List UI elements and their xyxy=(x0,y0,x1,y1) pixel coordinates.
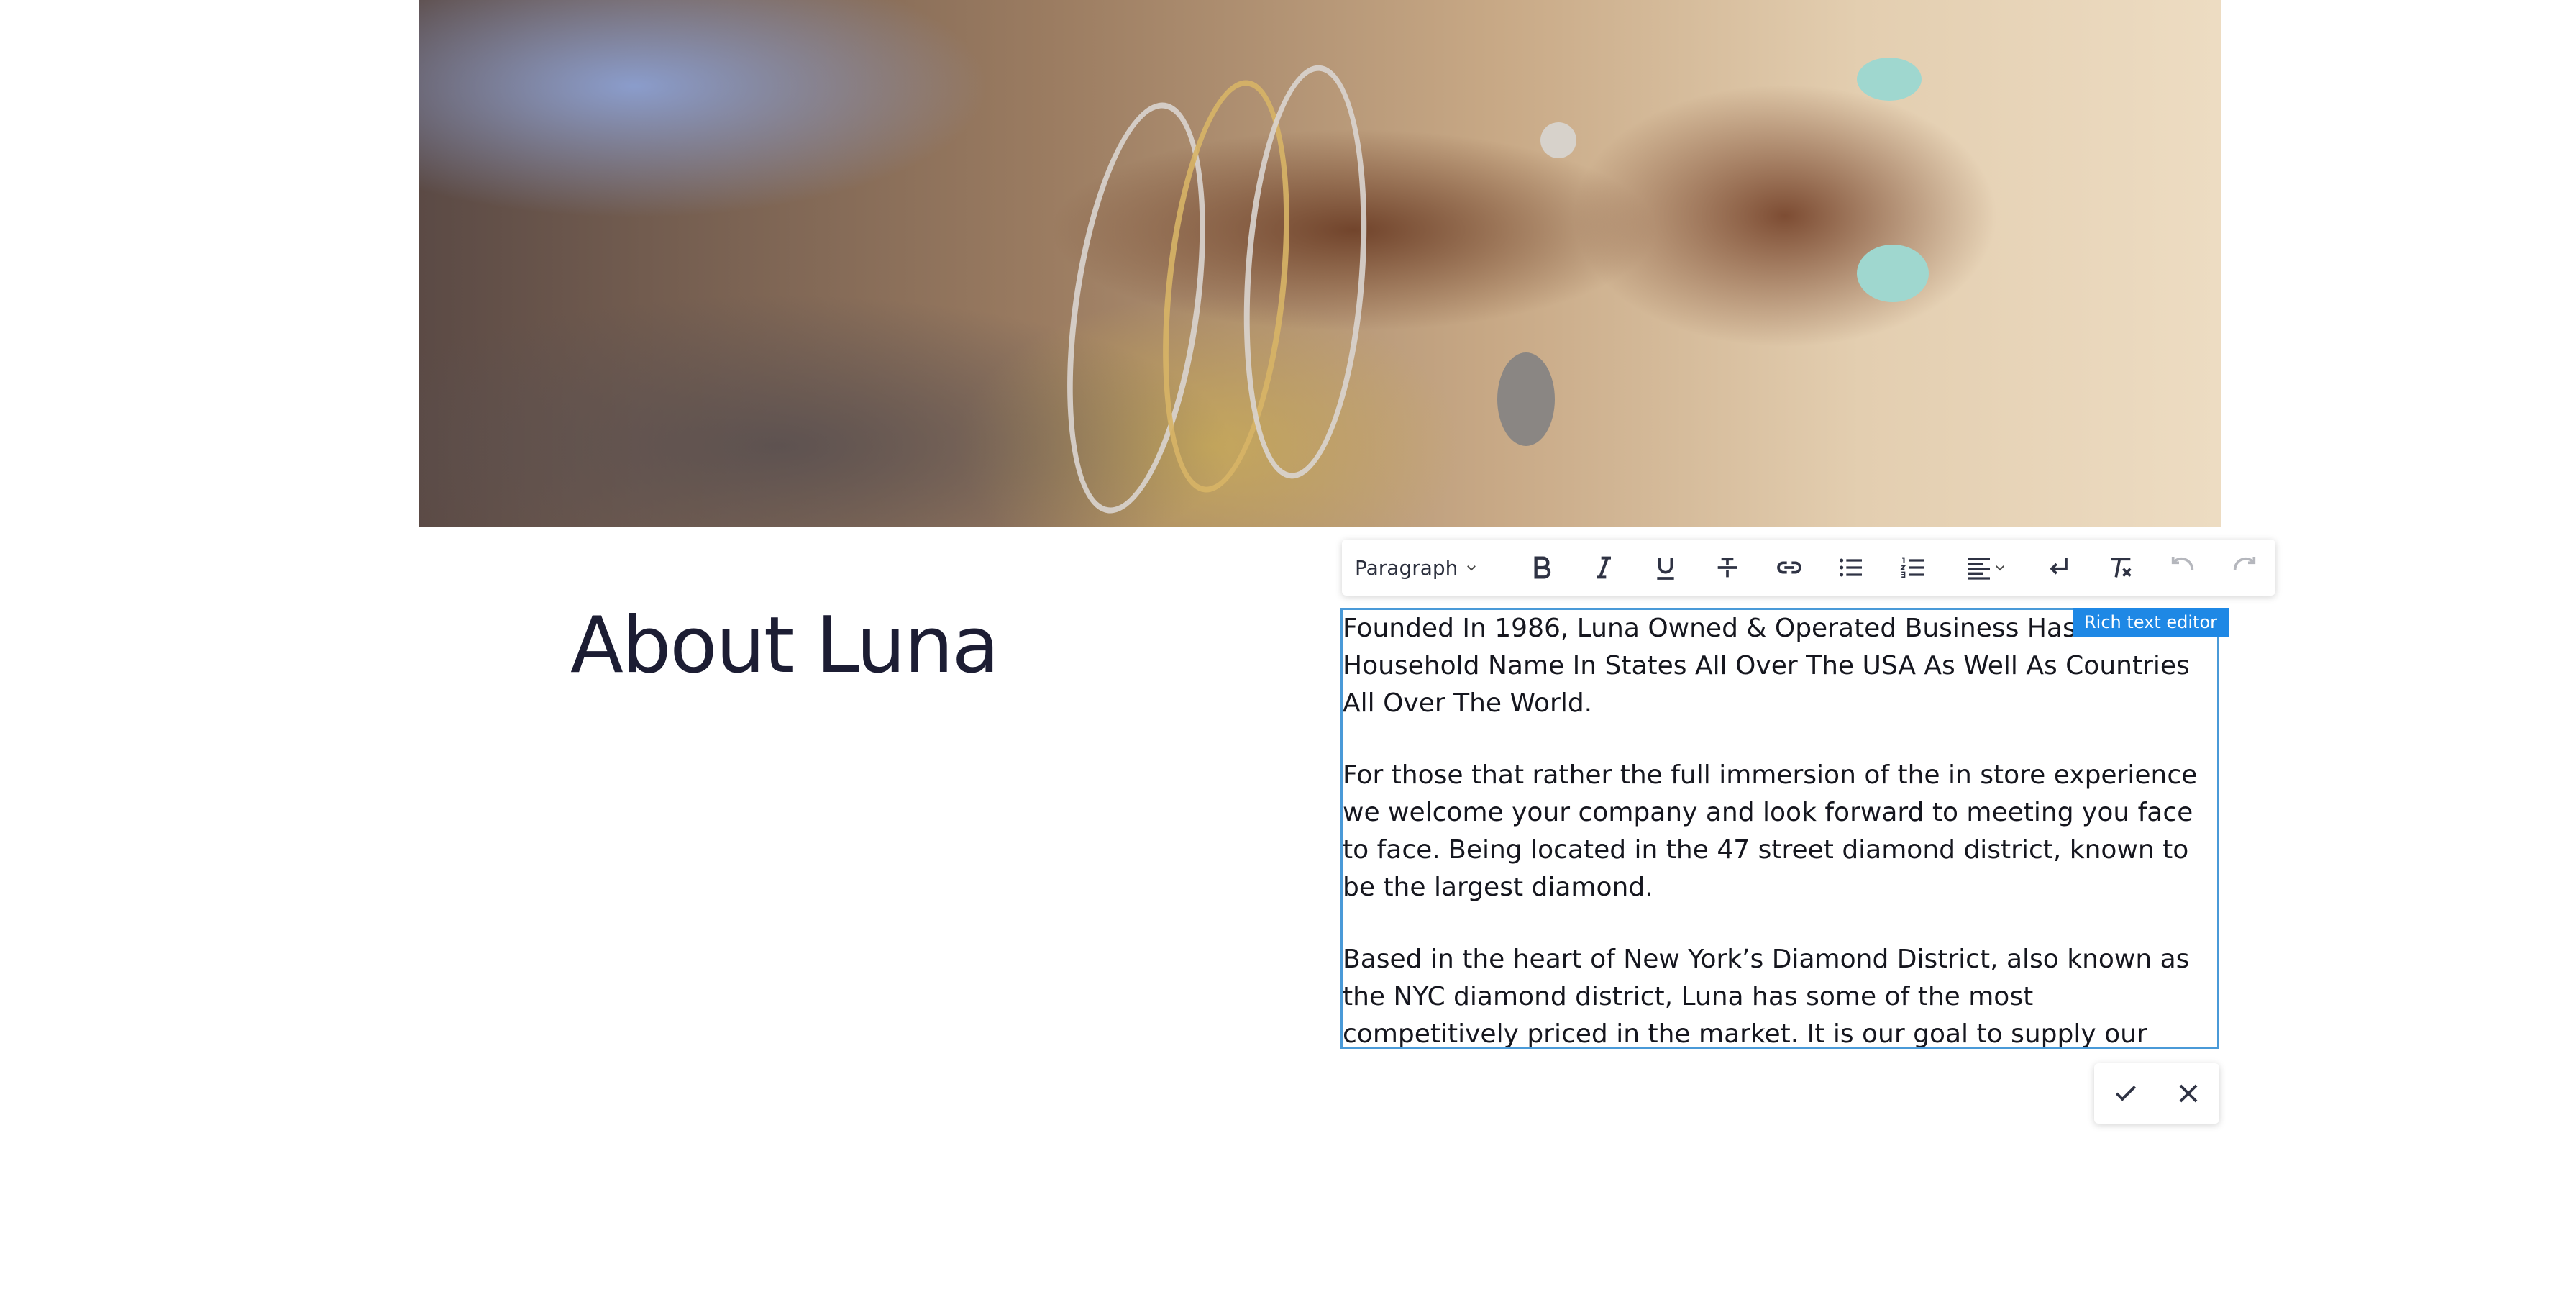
line-break-button[interactable] xyxy=(2028,540,2090,596)
redo-button[interactable] xyxy=(2214,540,2275,596)
bold-button[interactable] xyxy=(1511,540,1573,596)
nail-shape xyxy=(1857,58,1922,101)
strikethrough-button[interactable] xyxy=(1696,540,1758,596)
numbered-list-button[interactable] xyxy=(1882,540,1944,596)
italic-icon xyxy=(1596,556,1611,579)
section-heading: About Luna xyxy=(570,601,1000,691)
check-icon xyxy=(2115,1086,2136,1101)
chevron-down-icon xyxy=(1467,565,1476,571)
close-icon xyxy=(2179,1084,2197,1103)
undo-icon xyxy=(2171,557,2194,570)
hero-image xyxy=(419,0,2221,527)
charm-shape xyxy=(1540,122,1576,158)
undo-button[interactable] xyxy=(2152,540,2214,596)
align-left-icon xyxy=(1968,558,1991,580)
underline-button[interactable] xyxy=(1635,540,1696,596)
charm-shape xyxy=(1497,352,1555,446)
block-format-select[interactable]: Paragraph xyxy=(1342,540,1511,596)
align-button[interactable] xyxy=(1944,540,2028,596)
bold-icon xyxy=(1534,556,1551,579)
rich-text-toolbar: Paragraph xyxy=(1342,540,2275,596)
numbered-list-icon xyxy=(1899,557,1924,578)
edit-actions xyxy=(2094,1063,2219,1124)
chevron-down-icon xyxy=(1996,565,2005,571)
editor-paragraph[interactable]: Based in the heart of New York’s Diamond… xyxy=(1343,941,2217,1047)
clear-format-button[interactable] xyxy=(2090,540,2152,596)
confirm-button[interactable] xyxy=(2101,1068,2151,1119)
underline-icon xyxy=(1657,558,1674,580)
nail-shape xyxy=(1857,245,1929,302)
clear-formatting-icon xyxy=(2111,558,2132,578)
redo-icon xyxy=(2233,557,2256,570)
strikethrough-icon xyxy=(1717,558,1737,578)
editor-paragraph[interactable]: For those that rather the full immersion… xyxy=(1343,757,2217,906)
rich-text-editor[interactable]: Founded In 1986, Luna Owned & Operated B… xyxy=(1340,608,2219,1049)
link-icon xyxy=(1777,561,1801,574)
rich-text-editor-badge: Rich text editor xyxy=(2073,608,2229,637)
block-format-label: Paragraph xyxy=(1355,555,1458,580)
bulleted-list-icon xyxy=(1839,558,1862,577)
italic-button[interactable] xyxy=(1573,540,1635,596)
link-button[interactable] xyxy=(1758,540,1820,596)
cancel-button[interactable] xyxy=(2163,1068,2214,1119)
bullet-list-button[interactable] xyxy=(1820,540,1882,596)
line-break-icon xyxy=(2050,558,2068,575)
